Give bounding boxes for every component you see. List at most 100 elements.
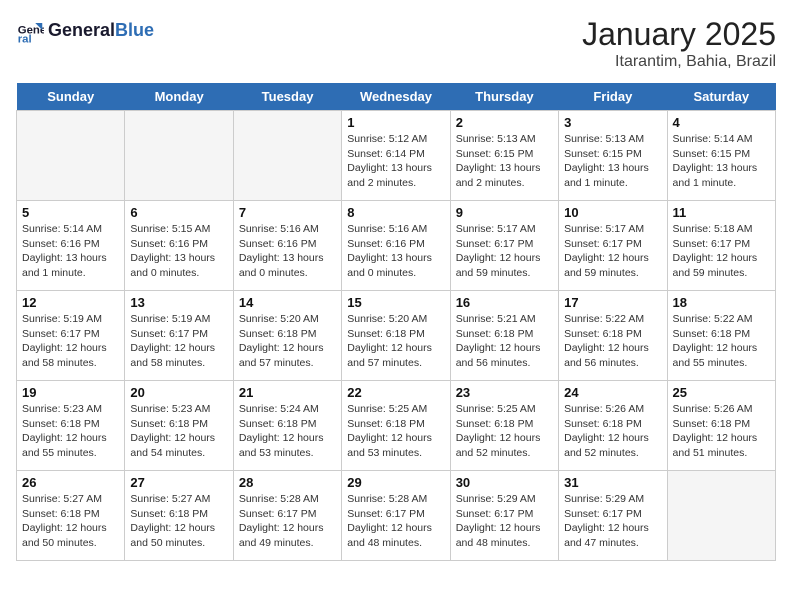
cell-info: Sunrise: 5:26 AMSunset: 6:18 PMDaylight:… (673, 402, 770, 461)
day-number: 8 (347, 205, 444, 220)
cell-info: Sunrise: 5:19 AMSunset: 6:17 PMDaylight:… (22, 312, 119, 371)
day-header-monday: Monday (125, 83, 233, 111)
cell-info: Sunrise: 5:17 AMSunset: 6:17 PMDaylight:… (456, 222, 553, 281)
day-number: 31 (564, 475, 661, 490)
cell-info: Sunrise: 5:22 AMSunset: 6:18 PMDaylight:… (564, 312, 661, 371)
day-number: 13 (130, 295, 227, 310)
calendar-cell (17, 111, 125, 201)
calendar-cell: 26Sunrise: 5:27 AMSunset: 6:18 PMDayligh… (17, 471, 125, 561)
cell-info: Sunrise: 5:14 AMSunset: 6:15 PMDaylight:… (673, 132, 770, 191)
day-number: 17 (564, 295, 661, 310)
cell-info: Sunrise: 5:19 AMSunset: 6:17 PMDaylight:… (130, 312, 227, 371)
calendar-subtitle: Itarantim, Bahia, Brazil (582, 53, 776, 71)
cell-info: Sunrise: 5:20 AMSunset: 6:18 PMDaylight:… (239, 312, 336, 371)
calendar-week-3: 12Sunrise: 5:19 AMSunset: 6:17 PMDayligh… (17, 291, 776, 381)
calendar-cell: 23Sunrise: 5:25 AMSunset: 6:18 PMDayligh… (450, 381, 558, 471)
cell-info: Sunrise: 5:12 AMSunset: 6:14 PMDaylight:… (347, 132, 444, 191)
calendar-cell: 11 Sunrise: 5:18 AMSunset: 6:17 PMDayligh… (667, 201, 775, 291)
cell-info: Sunrise: 5:13 AMSunset: 6:15 PMDaylight:… (564, 132, 661, 191)
calendar-cell: 19 Sunrise: 5:23 AMSunset: 6:18 PMDayligh… (17, 381, 125, 471)
day-number: 25 (673, 385, 770, 400)
calendar-cell: 8 Sunrise: 5:16 AMSunset: 6:16 PMDaylight… (342, 201, 450, 291)
calendar-cell: 16 Sunrise: 5:21 AMSunset: 6:18 PMDayligh… (450, 291, 558, 381)
calendar-cell: 12Sunrise: 5:19 AMSunset: 6:17 PMDayligh… (17, 291, 125, 381)
calendar-cell: 14 Sunrise: 5:20 AMSunset: 6:18 PMDayligh… (233, 291, 341, 381)
day-number: 23 (456, 385, 553, 400)
calendar-cell: 24Sunrise: 5:26 AMSunset: 6:18 PMDayligh… (559, 381, 667, 471)
calendar-cell: 10Sunrise: 5:17 AMSunset: 6:17 PMDayligh… (559, 201, 667, 291)
cell-info: Sunrise: 5:22 AMSunset: 6:18 PMDaylight:… (673, 312, 770, 371)
day-header-saturday: Saturday (667, 83, 775, 111)
day-number: 10 (564, 205, 661, 220)
logo-blue: Blue (115, 20, 154, 41)
day-header-friday: Friday (559, 83, 667, 111)
day-header-wednesday: Wednesday (342, 83, 450, 111)
cell-info: Sunrise: 5:20 AMSunset: 6:18 PMDaylight:… (347, 312, 444, 371)
cell-info: Sunrise: 5:23 AMSunset: 6:18 PMDaylight:… (22, 402, 119, 461)
calendar-title: January 2025 (582, 16, 776, 53)
calendar-body: 1 Sunrise: 5:12 AMSunset: 6:14 PMDaylight… (17, 111, 776, 561)
cell-info: Sunrise: 5:21 AMSunset: 6:18 PMDaylight:… (456, 312, 553, 371)
calendar-cell: 15 Sunrise: 5:20 AMSunset: 6:18 PMDayligh… (342, 291, 450, 381)
calendar-cell: 9Sunrise: 5:17 AMSunset: 6:17 PMDaylight… (450, 201, 558, 291)
cell-info: Sunrise: 5:24 AMSunset: 6:18 PMDaylight:… (239, 402, 336, 461)
cell-info: Sunrise: 5:13 AMSunset: 6:15 PMDaylight:… (456, 132, 553, 191)
day-number: 11 (673, 205, 770, 220)
day-number: 14 (239, 295, 336, 310)
calendar-cell: 25 Sunrise: 5:26 AMSunset: 6:18 PMDayligh… (667, 381, 775, 471)
cell-info: Sunrise: 5:28 AMSunset: 6:17 PMDaylight:… (239, 492, 336, 551)
day-number: 21 (239, 385, 336, 400)
day-header-sunday: Sunday (17, 83, 125, 111)
calendar-week-2: 5 Sunrise: 5:14 AMSunset: 6:16 PMDaylight… (17, 201, 776, 291)
calendar-header-row: SundayMondayTuesdayWednesdayThursdayFrid… (17, 83, 776, 111)
day-number: 4 (673, 115, 770, 130)
day-header-thursday: Thursday (450, 83, 558, 111)
cell-info: Sunrise: 5:16 AMSunset: 6:16 PMDaylight:… (239, 222, 336, 281)
calendar-cell: 20Sunrise: 5:23 AMSunset: 6:18 PMDayligh… (125, 381, 233, 471)
calendar-cell: 7Sunrise: 5:16 AMSunset: 6:16 PMDaylight… (233, 201, 341, 291)
day-number: 5 (22, 205, 119, 220)
svg-text:ral: ral (18, 33, 32, 44)
calendar-cell (125, 111, 233, 201)
calendar-cell: 27Sunrise: 5:27 AMSunset: 6:18 PMDayligh… (125, 471, 233, 561)
calendar-cell: 31 Sunrise: 5:29 AMSunset: 6:17 PMDayligh… (559, 471, 667, 561)
calendar-cell: 28 Sunrise: 5:28 AMSunset: 6:17 PMDayligh… (233, 471, 341, 561)
calendar-week-1: 1 Sunrise: 5:12 AMSunset: 6:14 PMDaylight… (17, 111, 776, 201)
cell-info: Sunrise: 5:27 AMSunset: 6:18 PMDaylight:… (22, 492, 119, 551)
calendar-week-4: 19 Sunrise: 5:23 AMSunset: 6:18 PMDayligh… (17, 381, 776, 471)
logo-general: General (48, 20, 115, 41)
day-number: 30 (456, 475, 553, 490)
cell-info: Sunrise: 5:15 AMSunset: 6:16 PMDaylight:… (130, 222, 227, 281)
calendar-cell: 18 Sunrise: 5:22 AMSunset: 6:18 PMDayligh… (667, 291, 775, 381)
calendar-cell (233, 111, 341, 201)
calendar-cell: 13 Sunrise: 5:19 AMSunset: 6:17 PMDayligh… (125, 291, 233, 381)
cell-info: Sunrise: 5:16 AMSunset: 6:16 PMDaylight:… (347, 222, 444, 281)
day-number: 2 (456, 115, 553, 130)
cell-info: Sunrise: 5:28 AMSunset: 6:17 PMDaylight:… (347, 492, 444, 551)
day-number: 24 (564, 385, 661, 400)
calendar-cell: 29 Sunrise: 5:28 AMSunset: 6:17 PMDayligh… (342, 471, 450, 561)
day-number: 16 (456, 295, 553, 310)
cell-info: Sunrise: 5:14 AMSunset: 6:16 PMDaylight:… (22, 222, 119, 281)
calendar-cell: 30 Sunrise: 5:29 AMSunset: 6:17 PMDayligh… (450, 471, 558, 561)
day-number: 29 (347, 475, 444, 490)
calendar-cell: 2 Sunrise: 5:13 AMSunset: 6:15 PMDaylight… (450, 111, 558, 201)
cell-info: Sunrise: 5:29 AMSunset: 6:17 PMDaylight:… (456, 492, 553, 551)
day-header-tuesday: Tuesday (233, 83, 341, 111)
calendar-cell: 21 Sunrise: 5:24 AMSunset: 6:18 PMDayligh… (233, 381, 341, 471)
day-number: 15 (347, 295, 444, 310)
cell-info: Sunrise: 5:27 AMSunset: 6:18 PMDaylight:… (130, 492, 227, 551)
day-number: 18 (673, 295, 770, 310)
cell-info: Sunrise: 5:25 AMSunset: 6:18 PMDaylight:… (347, 402, 444, 461)
day-number: 28 (239, 475, 336, 490)
day-number: 1 (347, 115, 444, 130)
calendar-cell: 4 Sunrise: 5:14 AMSunset: 6:15 PMDaylight… (667, 111, 775, 201)
calendar-cell: 6Sunrise: 5:15 AMSunset: 6:16 PMDaylight… (125, 201, 233, 291)
calendar-cell: 22Sunrise: 5:25 AMSunset: 6:18 PMDayligh… (342, 381, 450, 471)
calendar-cell: 5 Sunrise: 5:14 AMSunset: 6:16 PMDaylight… (17, 201, 125, 291)
cell-info: Sunrise: 5:18 AMSunset: 6:17 PMDaylight:… (673, 222, 770, 281)
cell-info: Sunrise: 5:23 AMSunset: 6:18 PMDaylight:… (130, 402, 227, 461)
cell-info: Sunrise: 5:29 AMSunset: 6:17 PMDaylight:… (564, 492, 661, 551)
day-number: 19 (22, 385, 119, 400)
day-number: 3 (564, 115, 661, 130)
